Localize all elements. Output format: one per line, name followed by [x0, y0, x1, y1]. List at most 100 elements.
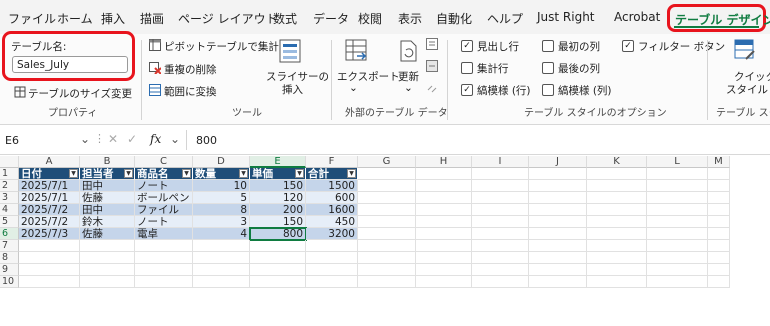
- filter-dropdown-icon[interactable]: ▼: [182, 169, 191, 178]
- row-header-5[interactable]: 5: [0, 216, 19, 228]
- cell-l2[interactable]: [647, 180, 708, 192]
- filter-dropdown-icon[interactable]: ▼: [295, 169, 304, 178]
- cell-k7[interactable]: [587, 240, 647, 252]
- cell-c5[interactable]: ノート: [135, 216, 193, 228]
- cell-d3[interactable]: 5: [193, 192, 250, 204]
- export-button[interactable]: エクスポート: [337, 69, 400, 84]
- cell-i10[interactable]: [472, 276, 529, 288]
- cell-d7[interactable]: [193, 240, 250, 252]
- cell-i5[interactable]: [472, 216, 529, 228]
- cell-c9[interactable]: [135, 264, 193, 276]
- last-column-checkbox[interactable]: [542, 62, 554, 74]
- cell-f8[interactable]: [306, 252, 358, 264]
- row-header-9[interactable]: 9: [0, 264, 19, 276]
- cell-e7[interactable]: [250, 240, 306, 252]
- table-header-f[interactable]: 合計 ▼: [306, 168, 358, 180]
- export-dropdown-icon[interactable]: ⌄: [349, 82, 358, 94]
- cell-b2[interactable]: 田中: [80, 180, 135, 192]
- column-header-m[interactable]: M: [708, 156, 730, 168]
- function-dropdown-icon[interactable]: ⌄: [170, 132, 180, 146]
- tab-insert[interactable]: 挿入: [101, 10, 125, 27]
- enter-icon[interactable]: ✓: [127, 132, 137, 146]
- cell-k9[interactable]: [587, 264, 647, 276]
- cell-i9[interactable]: [472, 264, 529, 276]
- tab-review[interactable]: 校閲: [358, 10, 382, 27]
- column-header-l[interactable]: L: [647, 156, 708, 168]
- cell-a10[interactable]: [19, 276, 80, 288]
- tab-acrobat[interactable]: Acrobat: [614, 10, 660, 24]
- quick-styles-button-line2[interactable]: スタイル ~: [726, 82, 770, 97]
- cell-b7[interactable]: [80, 240, 135, 252]
- cell-j3[interactable]: [529, 192, 587, 204]
- row-header-2[interactable]: 2: [0, 180, 19, 192]
- tab-help[interactable]: ヘルプ: [487, 10, 523, 27]
- cell-h5[interactable]: [416, 216, 472, 228]
- cell-c10[interactable]: [135, 276, 193, 288]
- cell-h4[interactable]: [416, 204, 472, 216]
- resize-table-button[interactable]: テーブルのサイズ変更: [28, 86, 132, 101]
- cell-h6[interactable]: [416, 228, 472, 240]
- remove-duplicates-button[interactable]: 重複の削除: [164, 62, 217, 77]
- cancel-icon[interactable]: ✕: [108, 132, 118, 146]
- cell-h10[interactable]: [416, 276, 472, 288]
- column-header-a[interactable]: A: [19, 156, 80, 168]
- cell-b10[interactable]: [80, 276, 135, 288]
- cell-j1[interactable]: [529, 168, 587, 180]
- cell-d6[interactable]: 4: [193, 228, 250, 240]
- cell-b4[interactable]: 田中: [80, 204, 135, 216]
- cell-j9[interactable]: [529, 264, 587, 276]
- convert-to-range-button[interactable]: 範囲に変換: [164, 84, 217, 99]
- name-box-dropdown-icon[interactable]: ⌄: [80, 132, 90, 146]
- cell-k6[interactable]: [587, 228, 647, 240]
- cell-l4[interactable]: [647, 204, 708, 216]
- column-header-g[interactable]: G: [358, 156, 416, 168]
- unlink-icon[interactable]: [426, 82, 438, 97]
- row-header-8[interactable]: 8: [0, 252, 19, 264]
- table-header-e[interactable]: 単価 ▼: [250, 168, 306, 180]
- cell-g4[interactable]: [358, 204, 416, 216]
- cell-f4[interactable]: 1600: [306, 204, 358, 216]
- tab-page-layout[interactable]: ページ レイアウト: [178, 10, 278, 27]
- row-header-10[interactable]: 10: [0, 276, 19, 288]
- cell-l9[interactable]: [647, 264, 708, 276]
- cell-d8[interactable]: [193, 252, 250, 264]
- cell-a7[interactable]: [19, 240, 80, 252]
- cell-m6[interactable]: [708, 228, 730, 240]
- cell-f3[interactable]: 600: [306, 192, 358, 204]
- table-header-c[interactable]: 商品名 ▼: [135, 168, 193, 180]
- formula-input[interactable]: 800: [196, 134, 217, 147]
- cell-m7[interactable]: [708, 240, 730, 252]
- cell-i3[interactable]: [472, 192, 529, 204]
- cell-m3[interactable]: [708, 192, 730, 204]
- cell-j2[interactable]: [529, 180, 587, 192]
- cell-g2[interactable]: [358, 180, 416, 192]
- cell-l5[interactable]: [647, 216, 708, 228]
- cell-m2[interactable]: [708, 180, 730, 192]
- cell-b8[interactable]: [80, 252, 135, 264]
- cell-m4[interactable]: [708, 204, 730, 216]
- cell-c4[interactable]: ファイル: [135, 204, 193, 216]
- banded-rows-checkbox[interactable]: ✓: [461, 84, 473, 96]
- cell-j10[interactable]: [529, 276, 587, 288]
- cell-k3[interactable]: [587, 192, 647, 204]
- cell-d5[interactable]: 3: [193, 216, 250, 228]
- cell-m9[interactable]: [708, 264, 730, 276]
- cell-g5[interactable]: [358, 216, 416, 228]
- filter-dropdown-icon[interactable]: ▼: [239, 169, 248, 178]
- cell-f7[interactable]: [306, 240, 358, 252]
- cell-j4[interactable]: [529, 204, 587, 216]
- column-header-c[interactable]: C: [135, 156, 193, 168]
- column-header-d[interactable]: D: [193, 156, 250, 168]
- cell-f10[interactable]: [306, 276, 358, 288]
- cell-k2[interactable]: [587, 180, 647, 192]
- table-header-a[interactable]: 日付 ▼: [19, 168, 80, 180]
- row-header-1[interactable]: 1: [0, 168, 19, 180]
- cell-a9[interactable]: [19, 264, 80, 276]
- cell-a4[interactable]: 2025/7/2: [19, 204, 80, 216]
- cell-k4[interactable]: [587, 204, 647, 216]
- cell-e2[interactable]: 150: [250, 180, 306, 192]
- cell-k1[interactable]: [587, 168, 647, 180]
- pivot-summary-button[interactable]: ピボットテーブルで集計: [164, 39, 279, 54]
- cell-b9[interactable]: [80, 264, 135, 276]
- cell-g1[interactable]: [358, 168, 416, 180]
